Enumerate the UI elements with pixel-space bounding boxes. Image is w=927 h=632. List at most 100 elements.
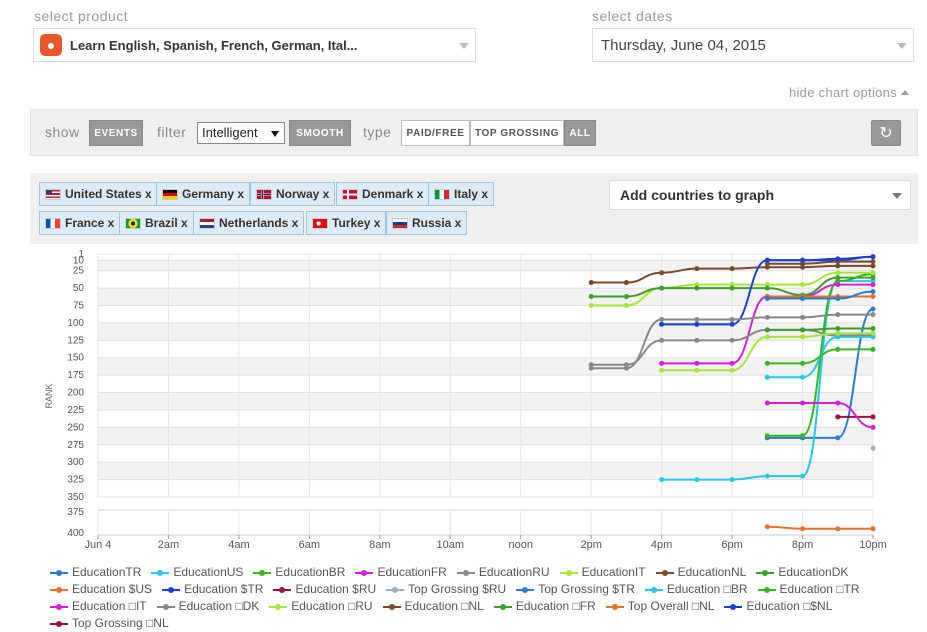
- legend-item[interactable]: Top Grossing □NL: [50, 615, 169, 632]
- product-name: Learn English, Spanish, French, German, …: [70, 37, 358, 53]
- legend-item[interactable]: Education □RU: [269, 598, 373, 615]
- smooth-button[interactable]: SMOOTH: [289, 120, 351, 146]
- legend-item[interactable]: Education □NL: [382, 598, 484, 615]
- country-chip-dk[interactable]: Denmark x: [336, 182, 430, 206]
- data-point: [835, 256, 841, 262]
- filter-label: filter: [157, 124, 187, 140]
- legend-item[interactable]: EducationUS: [151, 564, 243, 581]
- legend-label: Education □RU: [291, 599, 373, 613]
- chevron-down-icon: [897, 43, 907, 49]
- product-select[interactable]: ● Learn English, Spanish, French, German…: [33, 28, 476, 62]
- country-chip-fr[interactable]: France x: [39, 211, 121, 235]
- legend-item[interactable]: EducationBR: [253, 564, 345, 581]
- refresh-icon: ↻: [879, 125, 893, 142]
- legend-item[interactable]: Education □$NL: [724, 598, 832, 615]
- legend-label: Education $RU: [295, 582, 377, 596]
- hide-chart-options-link[interactable]: hide chart options: [789, 85, 909, 100]
- type-all-button[interactable]: ALL: [564, 120, 596, 146]
- data-point: [729, 477, 735, 483]
- grid-band: [98, 357, 873, 376]
- x-tick-label: 4pm: [651, 539, 672, 551]
- type-paid-free-button[interactable]: PAID/FREE: [401, 120, 470, 146]
- events-button[interactable]: EVENTS: [89, 120, 143, 146]
- country-chip-br[interactable]: Brazil x: [119, 211, 194, 235]
- data-point: [835, 296, 841, 302]
- legend-item[interactable]: EducationRU: [456, 564, 550, 581]
- legend-label: EducationDK: [778, 565, 849, 579]
- series-11: [870, 445, 876, 451]
- grid-band: [98, 392, 873, 410]
- legend-label: Top Overall □NL: [627, 599, 715, 613]
- legend-item[interactable]: EducationNL: [655, 564, 747, 581]
- legend-item[interactable]: Education $RU: [273, 581, 376, 598]
- y-tick-label: 100: [67, 318, 84, 329]
- legend-swatch: [151, 568, 170, 578]
- data-point: [729, 360, 735, 366]
- data-point: [870, 445, 876, 451]
- data-point: [870, 424, 876, 430]
- legend-item[interactable]: Education □IT: [50, 598, 147, 615]
- legend-item[interactable]: Education $TR: [162, 581, 263, 598]
- country-chip-nl[interactable]: Netherlands x: [193, 211, 305, 235]
- date-select[interactable]: Thursday, June 04, 2015: [592, 28, 914, 62]
- data-point: [835, 270, 841, 276]
- country-chip-ru[interactable]: Russia x: [386, 211, 468, 235]
- legend-swatch: [605, 602, 624, 612]
- legend-swatch: [644, 585, 663, 595]
- filter-select[interactable]: Intelligent: [197, 122, 285, 144]
- refresh-button[interactable]: ↻: [871, 120, 901, 146]
- data-point: [870, 306, 876, 312]
- legend-item[interactable]: Education □FR: [493, 598, 596, 615]
- legend-label: EducationUS: [173, 565, 244, 579]
- legend-swatch: [253, 568, 272, 578]
- data-point: [800, 360, 806, 366]
- legend-item[interactable]: EducationIT: [559, 564, 646, 581]
- legend-item[interactable]: Top Grossing $TR: [516, 581, 635, 598]
- flag-fr-icon: [45, 217, 61, 229]
- data-point: [694, 316, 700, 322]
- flag-ru-icon: [392, 217, 408, 229]
- data-point: [870, 326, 876, 332]
- y-axis-label: RANK: [44, 383, 54, 408]
- y-tick-label: 375: [67, 507, 84, 518]
- country-chip-tr[interactable]: Turkey x: [306, 211, 387, 235]
- legend-item[interactable]: Top Grossing $RU: [386, 581, 506, 598]
- data-point: [694, 477, 700, 483]
- legend-item[interactable]: EducationDK: [756, 564, 848, 581]
- legend-item[interactable]: Top Overall □NL: [605, 598, 715, 615]
- data-point: [764, 285, 770, 291]
- legend-item[interactable]: EducationFR: [355, 564, 447, 581]
- data-point: [764, 296, 770, 302]
- data-point: [835, 312, 841, 318]
- country-chip-de[interactable]: Germany x: [156, 182, 251, 206]
- legend-label: Education □DK: [178, 599, 260, 613]
- legend-swatch: [724, 602, 743, 612]
- data-point: [659, 360, 665, 366]
- chart-plot-area: [97, 253, 874, 536]
- add-countries-select[interactable]: Add countries to graph: [609, 180, 911, 210]
- y-tick-label: 300: [67, 457, 84, 468]
- y-tick-label: 125: [67, 335, 84, 346]
- data-point: [764, 314, 770, 320]
- country-chip-no[interactable]: Norway x: [250, 182, 336, 206]
- grid-band: [98, 288, 873, 306]
- flag-it-icon: [434, 188, 450, 200]
- data-point: [835, 275, 841, 281]
- legend-item[interactable]: EducationTR: [50, 564, 141, 581]
- data-point: [835, 282, 841, 288]
- legend-item[interactable]: Education □DK: [156, 598, 260, 615]
- data-point: [729, 316, 735, 322]
- country-chip-it[interactable]: Italy x: [428, 182, 495, 206]
- data-point: [835, 435, 841, 441]
- data-point: [800, 314, 806, 320]
- country-chip-us[interactable]: United States x: [39, 182, 158, 206]
- legend-label: EducationNL: [677, 565, 747, 579]
- legend-item[interactable]: Education □TR: [757, 581, 860, 598]
- legend-item[interactable]: Education □BR: [644, 581, 748, 598]
- data-point: [800, 257, 806, 263]
- x-tick-label: 8pm: [792, 539, 813, 551]
- type-top-grossing-button[interactable]: TOP GROSSING: [470, 120, 564, 146]
- y-tick-label: 325: [67, 475, 84, 486]
- y-tick-label: 400: [67, 528, 84, 539]
- legend-item[interactable]: Education $US: [50, 581, 152, 598]
